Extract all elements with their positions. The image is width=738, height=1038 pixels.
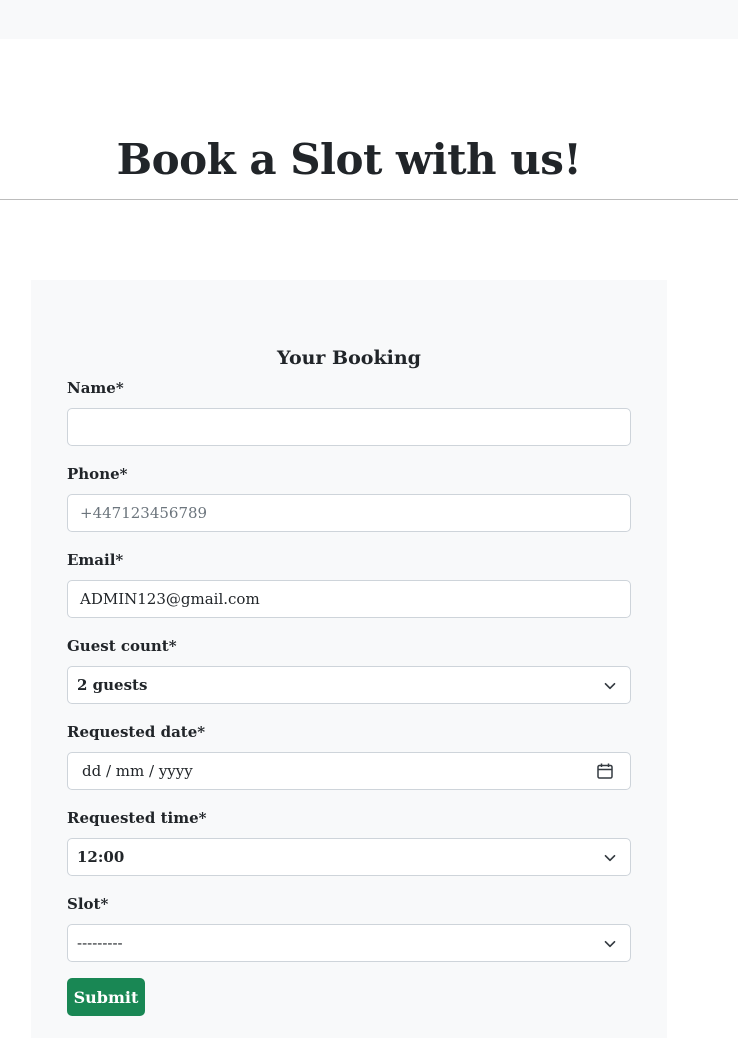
phone-label: Phone* (67, 465, 128, 483)
requested-date-input[interactable]: dd / mm / yyyy (67, 752, 631, 790)
requested-time-selected: 12:00 (77, 848, 125, 866)
requested-date-placeholder: dd / mm / yyyy (82, 762, 193, 780)
calendar-icon[interactable] (596, 762, 614, 780)
top-navbar (0, 0, 738, 39)
slot-label: Slot* (67, 895, 109, 913)
email-label: Email* (67, 551, 124, 569)
booking-form: Your Booking Name* Phone* +447123456789 … (31, 280, 667, 1038)
email-input[interactable]: ADMIN123@gmail.com (67, 580, 631, 618)
guest-count-label: Guest count* (67, 637, 177, 655)
name-input[interactable] (67, 408, 631, 446)
phone-input[interactable]: +447123456789 (67, 494, 631, 532)
submit-button[interactable]: Submit (67, 978, 145, 1016)
title-divider (0, 199, 738, 200)
slot-select[interactable]: --------- (67, 924, 631, 962)
requested-time-select[interactable]: 12:00 (67, 838, 631, 876)
form-heading: Your Booking (277, 347, 421, 369)
guest-count-select[interactable]: 2 guests (67, 666, 631, 704)
chevron-down-icon (604, 854, 616, 862)
requested-date-label: Requested date* (67, 723, 206, 741)
name-label: Name* (67, 379, 124, 397)
requested-time-label: Requested time* (67, 809, 207, 827)
email-input-value: ADMIN123@gmail.com (80, 590, 260, 608)
guest-count-selected: 2 guests (77, 676, 148, 694)
chevron-down-icon (604, 940, 616, 948)
page-title: Book a Slot with us! (116, 135, 582, 184)
chevron-down-icon (604, 682, 616, 690)
slot-selected: --------- (77, 934, 123, 952)
phone-input-placeholder: +447123456789 (80, 504, 208, 522)
